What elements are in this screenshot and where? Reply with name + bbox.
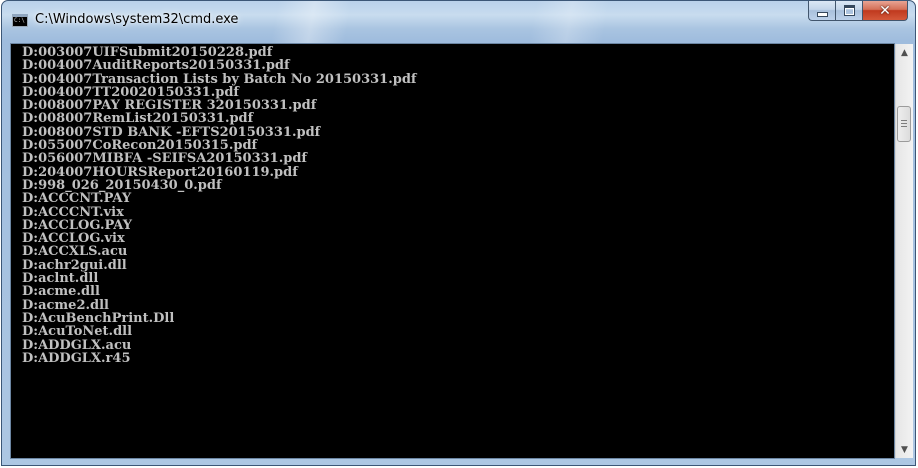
console-line: D:ACCCNT.PAY	[22, 191, 132, 207]
console-line: D:055007CoRecon20150315.pdf	[22, 138, 258, 154]
close-icon: ✕	[879, 2, 891, 19]
console-line: D:204007HOURSReport20160119.pdf	[22, 164, 298, 180]
minimize-icon	[816, 11, 828, 17]
scroll-down-icon[interactable]: ▼	[896, 441, 913, 458]
cmd-icon-label: C:\	[14, 17, 25, 24]
console-lines: D:003007UIFSubmit20150228.pdf D:004007Aud…	[11, 44, 894, 365]
console-line: D:004007AuditReports20150331.pdf	[22, 58, 290, 74]
console-line: D:achr2gui.dll	[22, 257, 127, 273]
console-output[interactable]: D:003007UIFSubmit20150228.pdf D:004007Aud…	[10, 43, 895, 459]
grip-icon	[901, 120, 907, 128]
close-button[interactable]: ✕	[862, 1, 908, 21]
title-bar[interactable]: C:\ C:\Windows\system32\cmd.exe ✕	[2, 1, 915, 43]
console-line: D:ACCCNT.vix	[22, 204, 124, 220]
console-line: D:008007STD BANK -EFTS20150331.pdf	[22, 124, 321, 140]
cmd-app-icon[interactable]: C:\	[12, 14, 28, 27]
scroll-thumb[interactable]	[897, 106, 911, 142]
console-line: D:AcuToNet.dll	[22, 324, 133, 340]
console-line: D:056007MIBFA -SEIFSA20150331.pdf	[22, 151, 308, 167]
scroll-up-icon[interactable]: ▲	[896, 44, 913, 61]
maximize-button[interactable]	[835, 1, 862, 21]
minimize-button[interactable]	[808, 1, 835, 21]
console-line: D:ACCLOG.vix	[22, 231, 125, 247]
console-line: D:008007PAY REGISTER 320150331.pdf	[22, 98, 317, 114]
console-line: D:acme.dll	[22, 284, 100, 300]
cmd-window: C:\ C:\Windows\system32\cmd.exe ✕ D:0030…	[1, 0, 916, 466]
console-line: D:004007TT20020150331.pdf	[22, 84, 240, 100]
console-line: D:004007Transaction Lists by Batch No 20…	[22, 71, 417, 87]
console-line: D:998_026_20150430_0.pdf	[22, 177, 222, 193]
console-line: D:ADDGLX.acu	[22, 337, 132, 353]
window-title: C:\Windows\system32\cmd.exe	[35, 12, 239, 27]
console-line: D:003007UIFSubmit20150228.pdf	[22, 45, 273, 60]
console-line: D:AcuBenchPrint.Dll	[22, 310, 175, 326]
caption-buttons: ✕	[808, 1, 908, 22]
console-line: D:ADDGLX.r45	[22, 350, 131, 366]
maximize-icon	[843, 5, 855, 16]
vertical-scrollbar[interactable]: ▲ ▼	[895, 44, 913, 458]
console-line: D:ACCLOG.PAY	[22, 217, 133, 233]
console-line: D:008007RemList20150331.pdf	[22, 111, 254, 127]
console-line: D:acme2.dll	[22, 297, 109, 313]
console-line: D:aclnt.dll	[22, 271, 99, 287]
console-line: D:ACCXLS.acu	[22, 244, 128, 260]
